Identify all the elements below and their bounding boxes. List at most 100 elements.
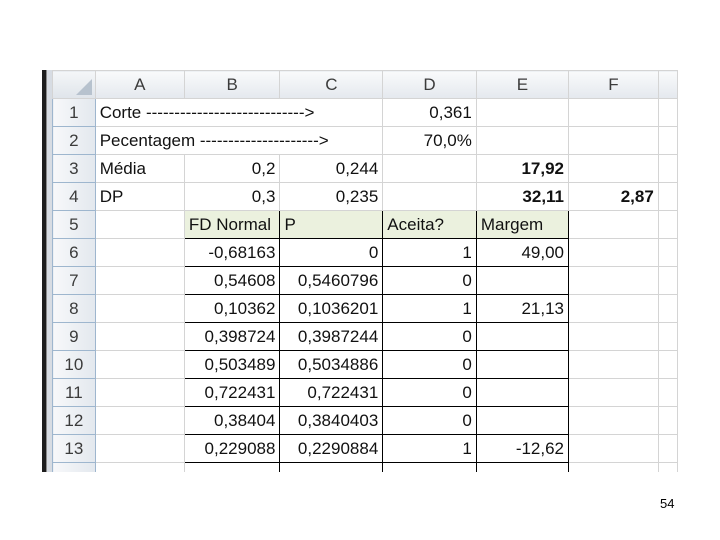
row-header[interactable]: 5	[52, 210, 96, 239]
cell-d7[interactable]: 0	[382, 266, 477, 295]
cell-f5[interactable]	[568, 210, 659, 239]
cell-e6[interactable]: 49,00	[475, 238, 570, 267]
column-header-b[interactable]: B	[183, 70, 281, 99]
row-header[interactable]: 2	[52, 126, 96, 155]
cell-g1[interactable]	[657, 98, 678, 127]
cell-f1[interactable]	[568, 98, 659, 127]
column-header-a[interactable]: A	[94, 70, 185, 99]
cell-g4[interactable]	[657, 182, 678, 211]
cell-a10[interactable]	[94, 350, 185, 379]
cell-g9[interactable]	[657, 322, 678, 351]
cell-c8[interactable]: 0,1036201	[279, 294, 384, 323]
cell-d10[interactable]: 0	[382, 350, 477, 379]
cell-e7[interactable]	[475, 266, 570, 295]
cell-g13[interactable]	[657, 434, 678, 463]
cell-g10[interactable]	[657, 350, 678, 379]
cell-e8[interactable]: 21,13	[475, 294, 570, 323]
cell-c4[interactable]: 0,235	[279, 182, 384, 211]
cell-d11[interactable]: 0	[382, 378, 477, 407]
cell-d14[interactable]	[382, 462, 477, 472]
cell-e4[interactable]: 32,11	[475, 182, 570, 211]
row-header[interactable]: 12	[52, 406, 96, 435]
header-cell-p[interactable]: P	[279, 210, 384, 239]
cell-d4[interactable]	[382, 182, 477, 211]
cell-g5[interactable]	[657, 210, 678, 239]
cell-d13[interactable]: 1	[382, 434, 477, 463]
cell-f2[interactable]	[568, 126, 659, 155]
cell-c13[interactable]: 0,2290884	[279, 434, 384, 463]
cell-c14[interactable]	[279, 462, 384, 472]
cell-c10[interactable]: 0,5034886	[279, 350, 384, 379]
cell-a2[interactable]: Pecentagem --------------------->	[94, 126, 384, 155]
cell-b3[interactable]: 0,2	[183, 154, 281, 183]
cell-d8[interactable]: 1	[382, 294, 477, 323]
cell-d3[interactable]	[382, 154, 477, 183]
cell-a1[interactable]: Corte ---------------------------->	[94, 98, 384, 127]
column-header-d[interactable]: D	[382, 70, 477, 99]
row-header[interactable]: 6	[52, 238, 96, 267]
cell-a5[interactable]	[94, 210, 185, 239]
cell-g14[interactable]	[657, 462, 678, 472]
cell-c3[interactable]: 0,244	[279, 154, 384, 183]
cell-a9[interactable]	[94, 322, 185, 351]
cell-b13[interactable]: 0,229088	[183, 434, 281, 463]
cell-e13[interactable]: -12,62	[475, 434, 570, 463]
cell-f14[interactable]	[568, 462, 659, 472]
row-header[interactable]: 7	[52, 266, 96, 295]
cell-d2[interactable]: 70,0%	[382, 126, 477, 155]
cell-a4[interactable]: DP	[94, 182, 185, 211]
cell-e10[interactable]	[475, 350, 570, 379]
cell-b6[interactable]: -0,68163	[183, 238, 281, 267]
cell-a8[interactable]	[94, 294, 185, 323]
cell-c12[interactable]: 0,3840403	[279, 406, 384, 435]
row-header[interactable]: 10	[52, 350, 96, 379]
cell-g2[interactable]	[657, 126, 678, 155]
cell-b11[interactable]: 0,722431	[183, 378, 281, 407]
cell-f9[interactable]	[568, 322, 659, 351]
cell-e14[interactable]	[475, 462, 570, 472]
cell-f6[interactable]	[568, 238, 659, 267]
cell-f7[interactable]	[568, 266, 659, 295]
cell-a13[interactable]	[94, 434, 185, 463]
cell-e3[interactable]: 17,92	[475, 154, 570, 183]
column-header-f[interactable]: F	[568, 70, 659, 99]
cell-a6[interactable]	[94, 238, 185, 267]
cell-c9[interactable]: 0,3987244	[279, 322, 384, 351]
row-header[interactable]: 11	[52, 378, 96, 407]
cell-d9[interactable]: 0	[382, 322, 477, 351]
cell-a11[interactable]	[94, 378, 185, 407]
cell-b10[interactable]: 0,503489	[183, 350, 281, 379]
cell-c11[interactable]: 0,722431	[279, 378, 384, 407]
cell-d1[interactable]: 0,361	[382, 98, 477, 127]
cell-a12[interactable]	[94, 406, 185, 435]
cell-e12[interactable]	[475, 406, 570, 435]
cell-e11[interactable]	[475, 378, 570, 407]
cell-a3[interactable]: Média	[94, 154, 185, 183]
row-header[interactable]: 8	[52, 294, 96, 323]
row-header[interactable]: 9	[52, 322, 96, 351]
header-cell-aceita[interactable]: Aceita?	[382, 210, 477, 239]
cell-f3[interactable]	[568, 154, 659, 183]
cell-b14[interactable]	[183, 462, 281, 472]
cell-f13[interactable]	[568, 434, 659, 463]
select-all-corner[interactable]	[52, 70, 96, 99]
cell-f8[interactable]	[568, 294, 659, 323]
cell-g6[interactable]	[657, 238, 678, 267]
cell-f11[interactable]	[568, 378, 659, 407]
cell-f10[interactable]	[568, 350, 659, 379]
cell-b8[interactable]: 0,10362	[183, 294, 281, 323]
cell-b4[interactable]: 0,3	[183, 182, 281, 211]
cell-e1[interactable]	[475, 98, 570, 127]
cell-g8[interactable]	[657, 294, 678, 323]
cell-d12[interactable]: 0	[382, 406, 477, 435]
row-header[interactable]: 1	[52, 98, 96, 127]
cell-a14[interactable]	[94, 462, 185, 472]
cell-c7[interactable]: 0,5460796	[279, 266, 384, 295]
cell-b9[interactable]: 0,398724	[183, 322, 281, 351]
cell-g12[interactable]	[657, 406, 678, 435]
row-header[interactable]: 3	[52, 154, 96, 183]
cell-f12[interactable]	[568, 406, 659, 435]
cell-g3[interactable]	[657, 154, 678, 183]
column-header-g[interactable]	[657, 70, 678, 99]
cell-a7[interactable]	[94, 266, 185, 295]
